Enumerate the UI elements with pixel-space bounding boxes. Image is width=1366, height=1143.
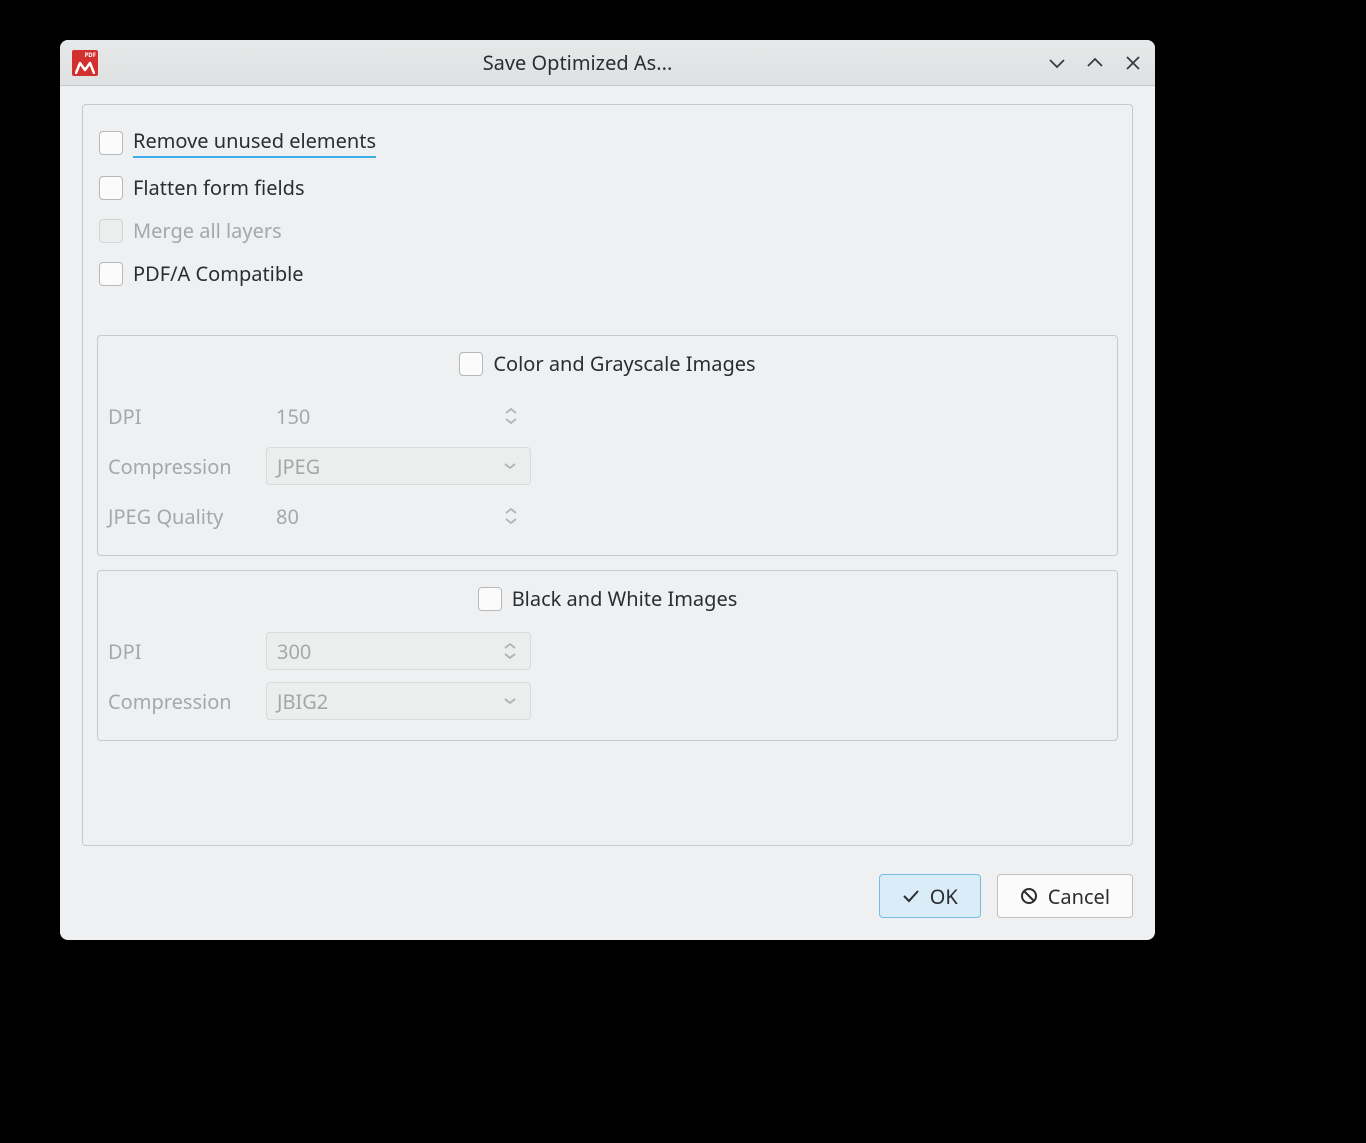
maximize-button[interactable] xyxy=(1085,53,1105,73)
chevron-up-icon xyxy=(1086,57,1104,69)
bw-dpi-label: DPI xyxy=(108,638,258,665)
minimize-button[interactable] xyxy=(1047,53,1067,73)
color-compression-combo: JPEG xyxy=(266,447,531,485)
option-flatten-forms: Flatten form fields xyxy=(97,166,1118,209)
bw-dpi-value: 300 xyxy=(277,638,500,665)
bw-group-header: Black and White Images xyxy=(108,581,1107,626)
color-dpi-row: DPI 150 xyxy=(108,391,1107,441)
ok-button[interactable]: OK xyxy=(879,874,981,918)
remove-unused-label: Remove unused elements xyxy=(133,127,376,158)
pdfa-label: PDF/A Compatible xyxy=(133,260,304,287)
color-jpeg-quality-label: JPEG Quality xyxy=(108,503,258,530)
window-buttons xyxy=(1047,53,1143,73)
dropdown-arrow-icon xyxy=(500,462,520,470)
color-group-checkbox[interactable] xyxy=(459,352,483,376)
flatten-forms-label: Flatten form fields xyxy=(133,174,305,201)
bw-dpi-row: DPI 300 xyxy=(108,626,1107,676)
cancel-button[interactable]: Cancel xyxy=(997,874,1133,918)
ok-button-label: OK xyxy=(930,883,958,910)
bw-images-group: Black and White Images DPI 300 Compressi… xyxy=(97,570,1118,741)
dialog-window: Save Optimized As... Remove unused eleme… xyxy=(60,40,1155,940)
bw-group-title: Black and White Images xyxy=(512,585,738,612)
color-dpi-label: DPI xyxy=(108,403,258,430)
option-pdfa: PDF/A Compatible xyxy=(97,252,1118,295)
bw-dpi-spinbox: 300 xyxy=(266,632,531,670)
titlebar: Save Optimized As... xyxy=(60,40,1155,86)
dropdown-arrow-icon xyxy=(500,697,520,705)
window-title: Save Optimized As... xyxy=(108,49,1047,76)
cancel-icon xyxy=(1020,887,1038,905)
dialog-body: Remove unused elements Flatten form fiel… xyxy=(60,86,1155,856)
option-remove-unused: Remove unused elements xyxy=(97,119,1118,166)
color-compression-label: Compression xyxy=(108,453,258,480)
bw-compression-value: JBIG2 xyxy=(277,688,500,715)
color-jpeg-quality-row: JPEG Quality 80 xyxy=(108,491,1107,541)
bw-compression-row: Compression JBIG2 xyxy=(108,676,1107,726)
bw-compression-label: Compression xyxy=(108,688,258,715)
spinbox-arrows-icon xyxy=(500,642,520,660)
merge-layers-label: Merge all layers xyxy=(133,217,282,244)
color-dpi-spinbox: 150 xyxy=(266,397,531,435)
bw-group-checkbox[interactable] xyxy=(478,587,502,611)
flatten-forms-checkbox[interactable] xyxy=(99,176,123,200)
color-images-group: Color and Grayscale Images DPI 150 Compr… xyxy=(97,335,1118,556)
app-icon xyxy=(72,50,98,76)
cancel-button-label: Cancel xyxy=(1048,883,1110,910)
merge-layers-checkbox xyxy=(99,219,123,243)
dialog-footer: OK Cancel xyxy=(60,856,1155,940)
color-group-header: Color and Grayscale Images xyxy=(108,346,1107,391)
color-jpeg-quality-spinbox: 80 xyxy=(266,497,531,535)
spinbox-arrows-icon xyxy=(501,507,521,525)
spinbox-arrows-icon xyxy=(501,407,521,425)
remove-unused-checkbox[interactable] xyxy=(99,131,123,155)
close-button[interactable] xyxy=(1123,53,1143,73)
color-jpeg-quality-value: 80 xyxy=(276,503,501,530)
color-group-title: Color and Grayscale Images xyxy=(493,350,755,377)
pdfa-checkbox[interactable] xyxy=(99,262,123,286)
color-compression-row: Compression JPEG xyxy=(108,441,1107,491)
bw-compression-combo: JBIG2 xyxy=(266,682,531,720)
close-icon xyxy=(1125,55,1141,71)
options-panel: Remove unused elements Flatten form fiel… xyxy=(82,104,1133,846)
check-icon xyxy=(902,889,920,903)
color-dpi-value: 150 xyxy=(276,403,501,430)
chevron-down-icon xyxy=(1048,57,1066,69)
option-merge-layers: Merge all layers xyxy=(97,209,1118,252)
color-compression-value: JPEG xyxy=(277,453,500,480)
